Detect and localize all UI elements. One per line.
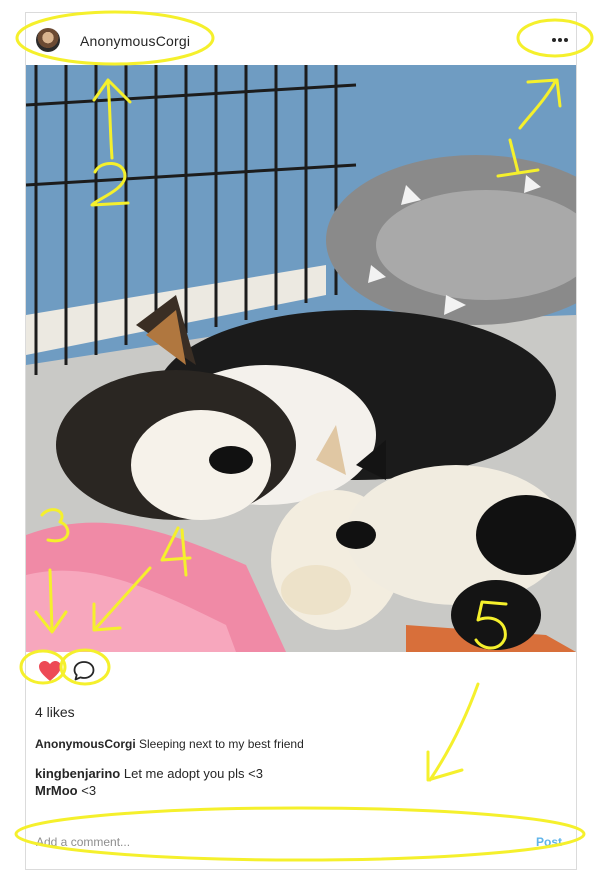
more-options-button[interactable] [546,31,574,49]
puppy-photo-illustration [26,65,576,652]
post-header: AnonymousCorgi [26,13,576,65]
caption-username[interactable]: AnonymousCorgi [35,737,136,751]
add-comment-bar: Post [26,823,576,863]
post-username[interactable]: AnonymousCorgi [80,33,190,49]
comment-item: kingbenjarino Let me adopt you pls <3 [35,766,263,781]
more-icon-dot [552,38,556,42]
comment-button[interactable] [72,660,96,682]
caption-text: Sleeping next to my best friend [139,737,304,751]
comment-username[interactable]: kingbenjarino [35,766,120,781]
add-comment-input[interactable] [36,835,456,849]
avatar[interactable] [36,28,60,52]
post-comment-button[interactable]: Post [536,835,562,849]
heart-filled-icon [39,661,61,681]
likes-count[interactable]: 4 likes [35,704,75,720]
comment-text: <3 [81,783,97,798]
comment-username[interactable]: MrMoo [35,783,78,798]
comment-text: Let me adopt you pls <3 [123,766,263,781]
more-icon-dot [564,38,568,42]
post-actions [26,652,576,682]
post-photo[interactable] [26,65,576,652]
more-icon-dot [558,38,562,42]
like-button[interactable] [38,660,62,682]
post-caption: AnonymousCorgi Sleeping next to my best … [35,737,304,751]
post-card: AnonymousCorgi 4 likes AnonymousCorgi Sl… [25,12,577,870]
comment-bubble-icon [73,661,95,681]
comment-item: MrMoo <3 [35,783,96,798]
